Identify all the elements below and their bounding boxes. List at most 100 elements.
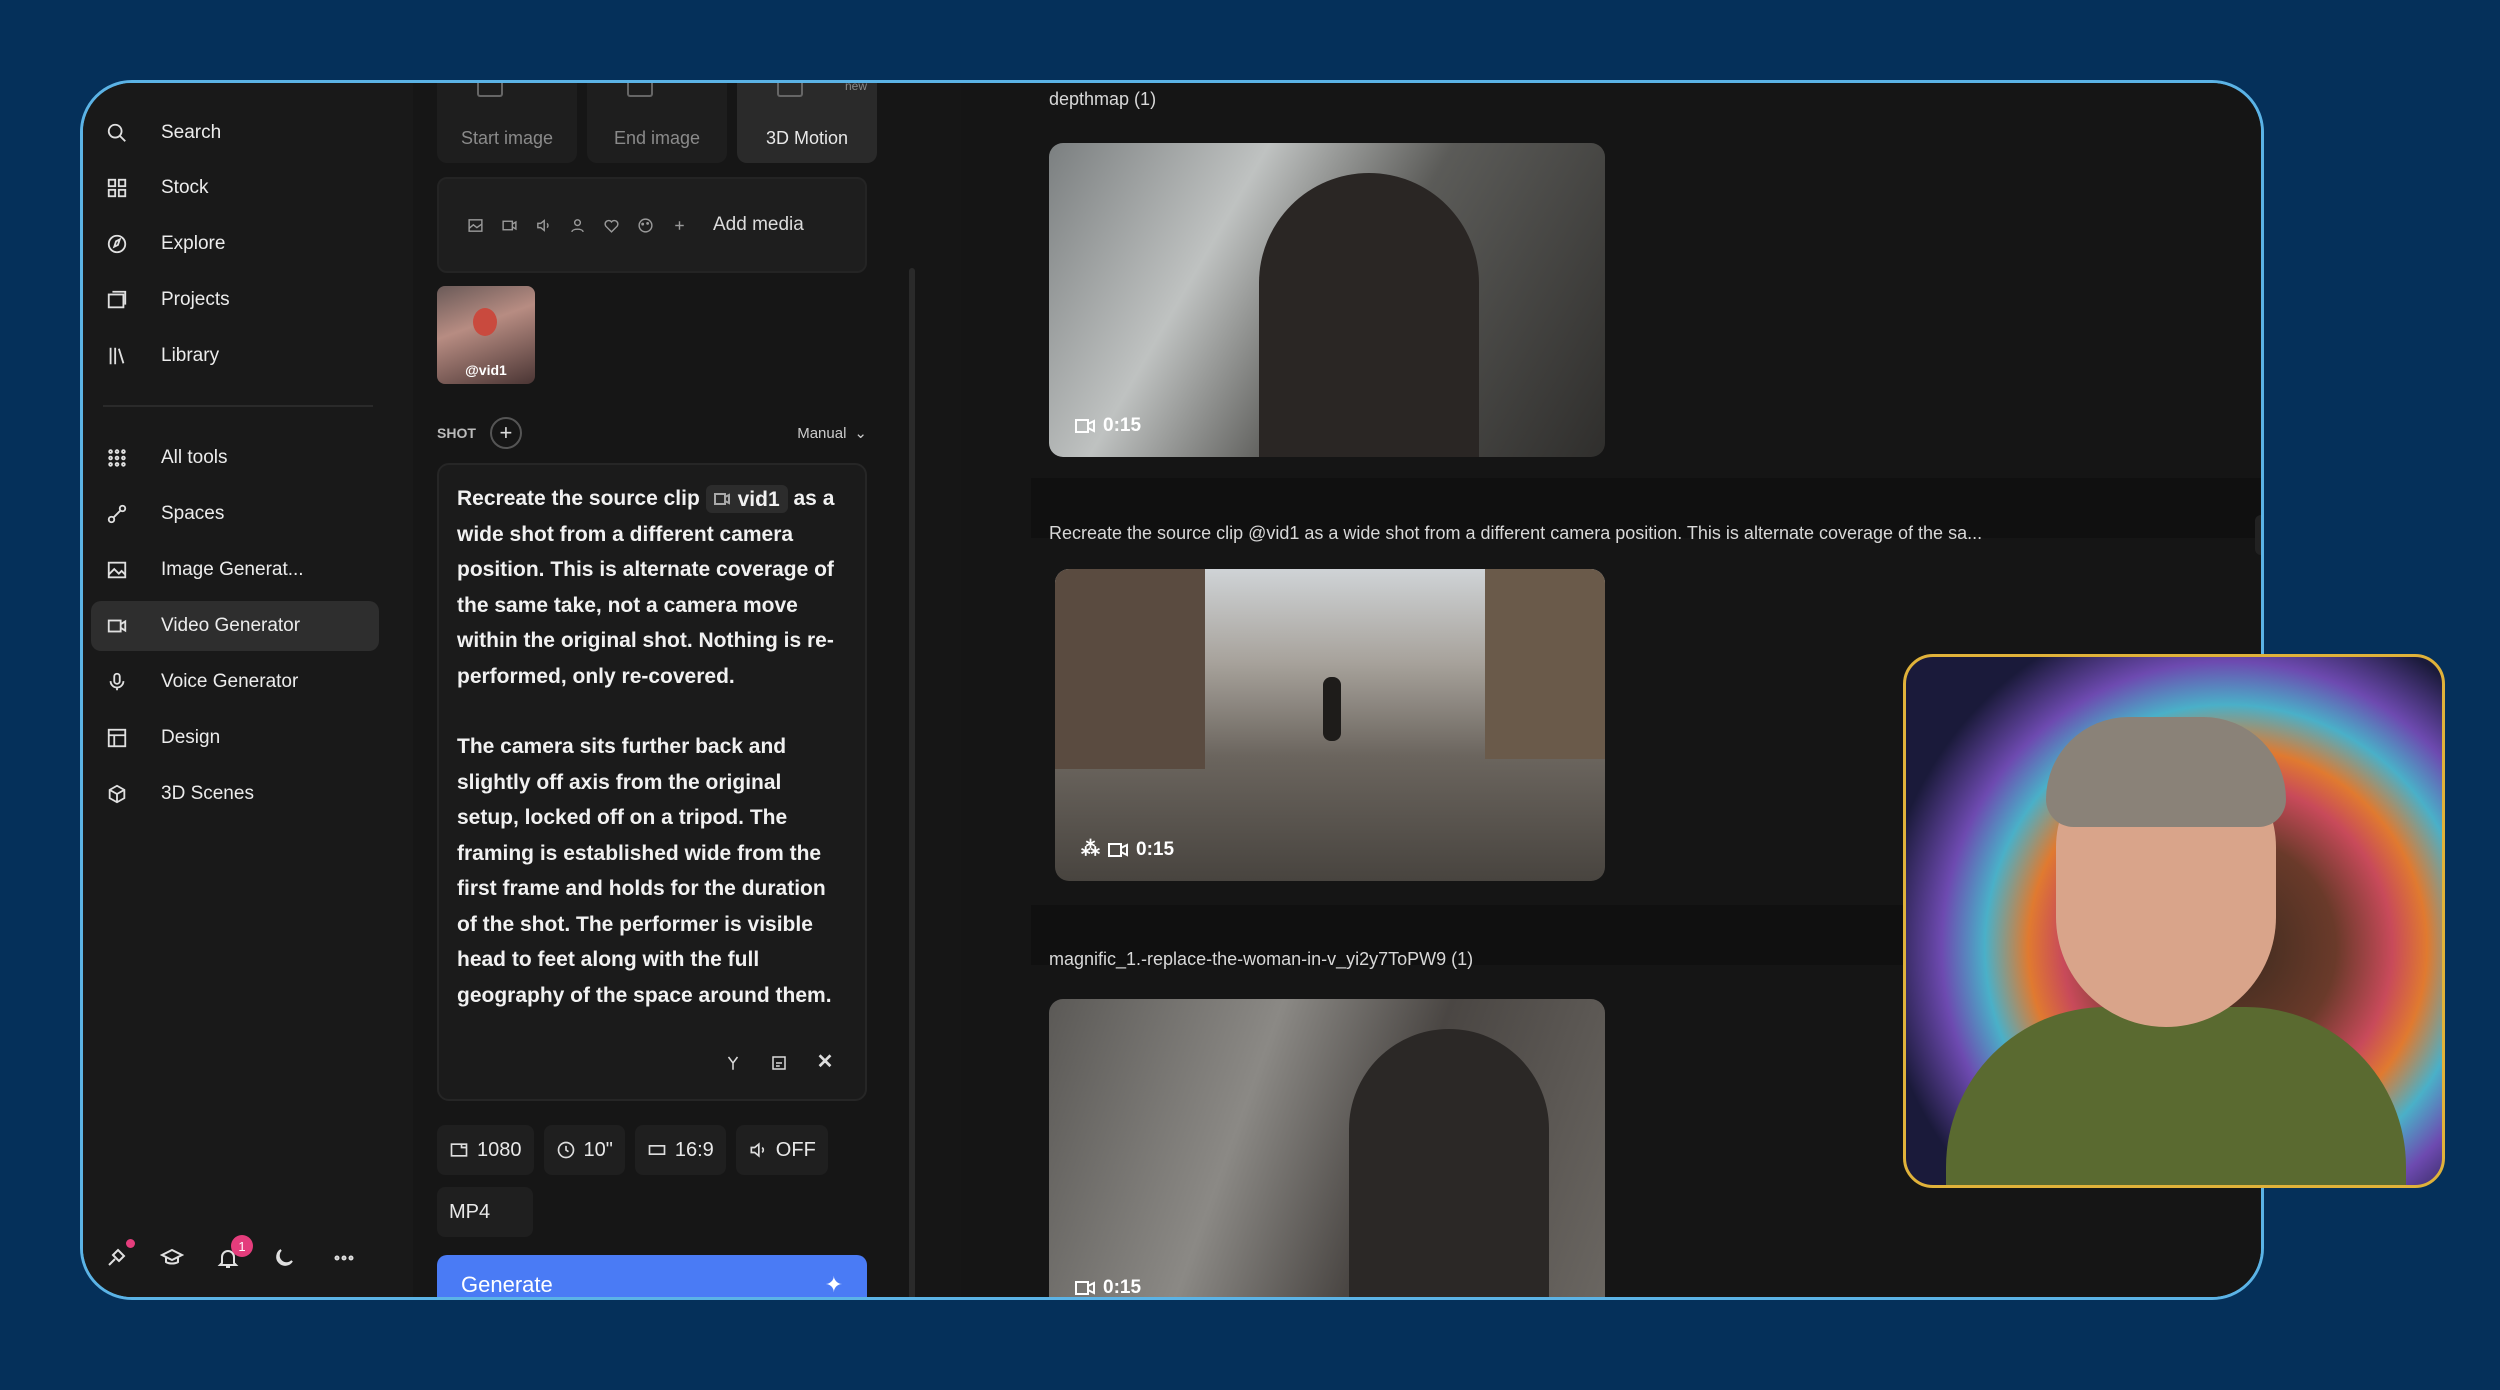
video-subject: [1323, 677, 1341, 741]
sidebar-item-label: Image Generat...: [161, 559, 304, 580]
palette-icon[interactable]: [637, 216, 655, 234]
result-video[interactable]: ⁂ 0:15: [1055, 569, 1605, 881]
more-icon[interactable]: [329, 1243, 359, 1273]
duration-select[interactable]: 10": [543, 1125, 625, 1175]
shot-row: SHOT + Manual ⌄: [437, 413, 867, 453]
sidebar-item-projects[interactable]: Projects: [91, 275, 379, 325]
sidebar-item-label: Search: [161, 122, 222, 143]
generate-button[interactable]: Generate ✦: [437, 1255, 867, 1297]
notification-badge: 1: [231, 1235, 253, 1257]
sidebar-item-spaces[interactable]: Spaces: [91, 489, 379, 539]
notification-dot: [126, 1239, 135, 1248]
thumbnail-figure: [473, 308, 497, 336]
tab-end-image[interactable]: End image: [587, 83, 727, 163]
microphone-icon: [105, 670, 129, 694]
sidebar: Search Stock Explore Projects Library Al…: [83, 83, 415, 1297]
academy-icon[interactable]: [157, 1243, 187, 1273]
tab-label: 3D Motion: [765, 128, 849, 148]
tab-label: Start image: [460, 128, 554, 148]
presenter-body: [1946, 1007, 2406, 1185]
sidebar-item-all-tools[interactable]: All tools: [91, 433, 379, 483]
duration-value: 0:15: [1103, 415, 1142, 436]
sidebar-item-search[interactable]: Search: [91, 108, 379, 158]
tab-start-image[interactable]: Start image: [437, 83, 577, 163]
search-icon: [105, 121, 129, 145]
sidebar-item-library[interactable]: Library: [91, 331, 379, 381]
duration-label: 0:15: [1075, 415, 1141, 437]
sidebar-item-label: Design: [161, 727, 221, 748]
image-icon[interactable]: [467, 216, 485, 234]
shot-label: SHOT: [437, 425, 476, 441]
person-icon[interactable]: [569, 216, 587, 234]
sidebar-item-image-generator[interactable]: Image Generat...: [91, 545, 379, 595]
result-video[interactable]: 0:15: [1049, 999, 1605, 1297]
sidebar-item-label: Video Generator: [161, 615, 301, 636]
compass-icon: [105, 232, 129, 256]
image-tabs: Start image End image new 3D Motion: [437, 83, 877, 163]
video-icon: [713, 493, 730, 506]
image-icon: [627, 83, 653, 97]
result-video[interactable]: 0:15: [1049, 143, 1605, 457]
prompt-paragraph-1: Recreate the source clip vid1 as a wide …: [457, 481, 847, 694]
sidebar-item-design[interactable]: Design: [91, 713, 379, 763]
add-media-button[interactable]: Add media: [713, 214, 804, 236]
sidebar-item-label: All tools: [161, 447, 228, 468]
sparkle-icon: ✦: [824, 1272, 843, 1297]
generate-label: Generate: [461, 1272, 553, 1297]
prompt-text: Recreate the source clip: [457, 487, 700, 510]
shot-mode-dropdown[interactable]: Manual ⌄: [797, 424, 867, 443]
clock-icon: [557, 1141, 574, 1159]
sidebar-item-label: 3D Scenes: [161, 783, 254, 804]
aspect-icon: [648, 1145, 666, 1155]
editor-panel: Start image End image new 3D Motion Add m…: [413, 83, 973, 1297]
result-title: magnific_1.-replace-the-woman-in-v_yi2y7…: [1049, 949, 1474, 969]
editor-scrollbar[interactable]: [909, 268, 915, 1297]
sidebar-bottom-bar: 1: [83, 1231, 413, 1297]
add-media-toolbar: Add media: [437, 177, 867, 273]
audio-wave-icon: ⁂: [1081, 839, 1100, 860]
sidebar-item-3d-scenes[interactable]: 3D Scenes: [91, 769, 379, 819]
tab-3d-motion[interactable]: new 3D Motion: [737, 83, 877, 163]
plus-icon[interactable]: [671, 216, 689, 234]
design-icon: [105, 726, 129, 750]
bell-icon[interactable]: 1: [213, 1235, 253, 1273]
building-left: [1055, 569, 1205, 769]
grid-icon: [105, 176, 129, 200]
close-icon[interactable]: ✕: [815, 1051, 835, 1073]
shot-mode-value: Manual: [797, 424, 847, 442]
save-prompt-icon[interactable]: [769, 1053, 789, 1073]
add-shot-button[interactable]: +: [489, 417, 522, 449]
moon-icon[interactable]: [269, 1243, 299, 1273]
video-icon[interactable]: [501, 216, 519, 234]
webcam-overlay: [1903, 654, 2445, 1188]
branch-icon[interactable]: [723, 1053, 743, 1073]
image-icon: [105, 558, 129, 582]
sidebar-item-label: Stock: [161, 177, 209, 198]
sidebar-item-video-generator[interactable]: Video Generator: [91, 601, 379, 651]
resolution-select[interactable]: 1080: [437, 1125, 534, 1175]
presenter-hair: [2046, 717, 2286, 827]
duration-label: ⁂ 0:15: [1081, 838, 1174, 861]
apps-icon: [105, 446, 129, 470]
duration-value: 0:15: [1136, 838, 1175, 860]
chip-label: vid1: [737, 487, 780, 511]
speaker-icon: [750, 1142, 764, 1158]
sidebar-item-voice-generator[interactable]: Voice Generator: [91, 657, 379, 707]
audio-toggle[interactable]: OFF: [735, 1125, 828, 1175]
image-icon: [477, 83, 503, 97]
prompt-textarea[interactable]: Recreate the source clip vid1 as a wide …: [437, 463, 867, 1101]
result-title: depthmap (1): [1049, 89, 1157, 109]
video-icon: [1075, 1281, 1095, 1295]
effect-icon[interactable]: [603, 216, 621, 234]
reference-video-thumbnail[interactable]: @vid1: [437, 286, 535, 384]
aspect-select[interactable]: 16:9: [634, 1125, 726, 1175]
plugin-icon[interactable]: [101, 1239, 135, 1273]
video-icon: [1075, 419, 1095, 433]
reference-label: @vid1: [465, 362, 507, 378]
format-select[interactable]: MP4: [437, 1187, 533, 1237]
sidebar-item-explore[interactable]: Explore: [91, 219, 379, 269]
sidebar-item-stock[interactable]: Stock: [91, 163, 379, 213]
audio-icon[interactable]: [535, 216, 553, 234]
sidebar-item-label: Library: [161, 345, 220, 366]
reference-chip[interactable]: vid1: [705, 485, 788, 514]
